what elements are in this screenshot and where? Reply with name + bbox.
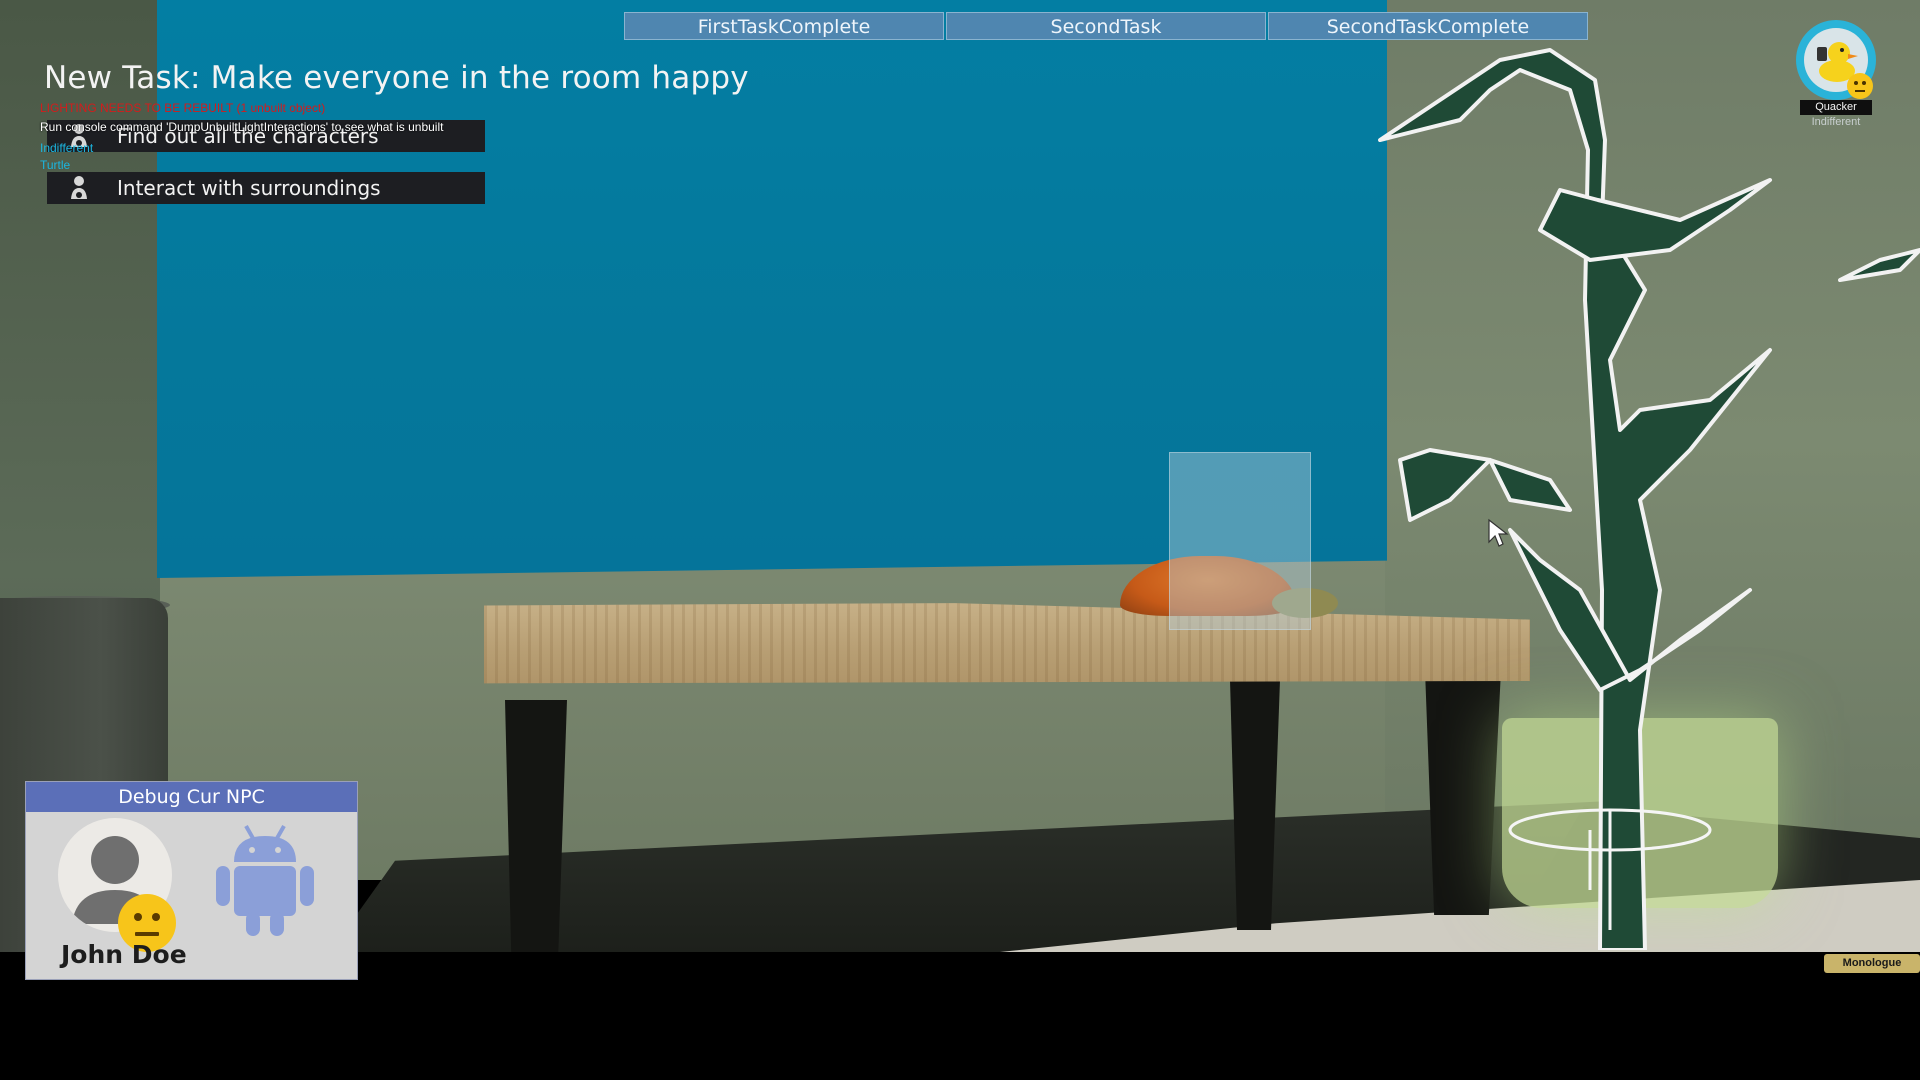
debug-current-npc-panel: Debug Cur NPC John Doe [25,781,358,980]
game-viewport[interactable]: FirstTaskComplete SecondTask SecondTaskC… [0,0,1920,1080]
debug-npc-name: John Doe [61,940,187,969]
monologue-button[interactable]: Monologue [1824,954,1920,973]
task-item-label: Interact with surroundings [117,176,381,200]
tab-first-task-complete[interactable]: FirstTaskComplete [624,12,944,40]
tab-second-task[interactable]: SecondTask [946,12,1266,40]
mouse-cursor-icon [1488,518,1509,547]
table-leg [505,700,567,952]
debug-target: Turtle [40,158,71,172]
npc-mood: Indifferent [1811,116,1861,128]
neutral-face-icon [1847,73,1873,99]
highlighted-plant[interactable] [1340,30,1920,950]
debug-panel-header: Debug Cur NPC [26,782,357,812]
task-title: New Task: Make everyone in the room happ… [44,60,749,96]
task-item-interact-surroundings: Interact with surroundings [47,172,485,204]
character-icon [47,172,111,204]
console-hint: Run console command 'DumpUnbuiltLightInt… [40,120,444,134]
lighting-warning: LIGHTING NEEDS TO BE REBUILT (1 unbuilt … [40,101,326,115]
android-robot-icon [216,825,314,936]
npc-name: Quacker [1800,100,1872,115]
debug-mood: Indifferent [40,141,94,155]
tab-second-task-complete[interactable]: SecondTaskComplete [1268,12,1588,40]
task-state-tabs: FirstTaskComplete SecondTask SecondTaskC… [624,12,1588,40]
turtle-selection-box [1169,452,1311,630]
